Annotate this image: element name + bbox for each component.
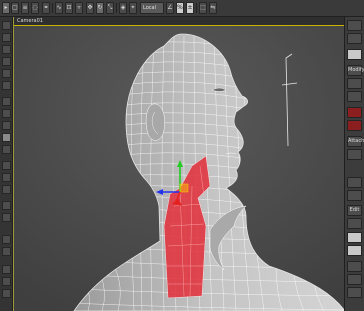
spinner-snap-icon[interactable]: ±: [186, 2, 194, 14]
ear-mesh: [145, 103, 165, 141]
panel-item-active[interactable]: [347, 120, 362, 131]
render-icon[interactable]: [2, 247, 11, 256]
object-color-swatch[interactable]: [347, 49, 362, 60]
select-by-name-icon[interactable]: ≡: [21, 2, 29, 14]
systems-icon[interactable]: [2, 213, 11, 222]
panel-tab-modify[interactable]: [347, 33, 362, 44]
select-region-icon[interactable]: ▢: [11, 2, 19, 14]
hierarchy-icon[interactable]: [2, 45, 11, 54]
named-selection-icon[interactable]: ⬚: [199, 2, 207, 14]
scale-icon[interactable]: ⤡: [106, 2, 114, 14]
element-icon[interactable]: [2, 145, 11, 154]
create-icon[interactable]: [2, 21, 11, 30]
panel-item[interactable]: [347, 78, 362, 89]
helper-icon[interactable]: [2, 185, 11, 194]
percent-snap-icon[interactable]: %: [176, 2, 184, 14]
camera-viewport[interactable]: Camera01: [13, 17, 344, 311]
link-icon[interactable]: ⚭: [42, 2, 50, 14]
polygon-icon[interactable]: [2, 133, 11, 142]
panel-item[interactable]: [347, 190, 362, 201]
bind-icon[interactable]: ∿: [55, 2, 63, 14]
angle-snap-icon[interactable]: ∠: [166, 2, 174, 14]
select-icon[interactable]: ▸: [2, 2, 10, 14]
command-panel: Modify Attach Edit: [344, 17, 364, 311]
edge-icon[interactable]: [2, 109, 11, 118]
orbit-icon[interactable]: [2, 289, 11, 298]
panel-item[interactable]: [347, 274, 362, 285]
app-window: ▸ ▢ ≡ ◌ ⚭ ∿ ⊡ ▿ ✥ ↻ ⤡ ◈ ⌖ Local ∠ % ± ⬚ …: [0, 0, 364, 311]
toolbar-divider: [116, 3, 117, 13]
camera-icon[interactable]: [2, 173, 11, 182]
utilities-icon[interactable]: [2, 81, 11, 90]
rotate-icon[interactable]: ↻: [96, 2, 104, 14]
mirror-icon[interactable]: ⇋: [209, 2, 217, 14]
panel-item[interactable]: [347, 287, 362, 298]
gizmo-plane-handle[interactable]: [179, 183, 189, 193]
left-command-toolbar: [0, 17, 13, 311]
reference-coordinate-select[interactable]: Local: [140, 2, 164, 14]
panel-item-active[interactable]: [347, 107, 362, 118]
modify-icon[interactable]: [2, 33, 11, 42]
move-icon[interactable]: ✥: [86, 2, 94, 14]
lasso-icon[interactable]: ◌: [31, 2, 39, 14]
panel-item[interactable]: [347, 218, 362, 229]
window-crossing-icon[interactable]: ⊡: [65, 2, 73, 14]
panel-button-edit[interactable]: Edit: [347, 205, 362, 216]
zoom-icon[interactable]: [2, 265, 11, 274]
toolbar-divider: [196, 3, 197, 13]
viewport-scene[interactable]: [14, 26, 344, 311]
border-icon[interactable]: [2, 121, 11, 130]
panel-item[interactable]: [347, 177, 362, 188]
panel-field[interactable]: [347, 245, 362, 256]
panel-field[interactable]: [347, 232, 362, 243]
pivot-icon[interactable]: ◈: [119, 2, 127, 14]
panel-item[interactable]: [347, 149, 362, 160]
grid-icon[interactable]: [2, 235, 11, 244]
main-toolbar: ▸ ▢ ≡ ◌ ⚭ ∿ ⊡ ▿ ✥ ↻ ⤡ ◈ ⌖ Local ∠ % ± ⬚ …: [0, 0, 364, 17]
vertex-icon[interactable]: [2, 97, 11, 106]
display-icon[interactable]: [2, 69, 11, 78]
panel-item[interactable]: [347, 91, 362, 102]
motion-icon[interactable]: [2, 57, 11, 66]
pan-icon[interactable]: [2, 277, 11, 286]
panel-item[interactable]: [347, 261, 362, 272]
shape-icon[interactable]: [2, 201, 11, 210]
panel-button-modify[interactable]: Modify: [347, 65, 364, 76]
select-filter-icon[interactable]: ▿: [75, 2, 83, 14]
viewport-label[interactable]: Camera01: [14, 17, 344, 26]
light-icon[interactable]: [2, 161, 11, 170]
panel-tab-create[interactable]: [347, 20, 362, 31]
toolbar-divider: [52, 3, 53, 13]
panel-button-attach[interactable]: Attach: [347, 136, 364, 147]
snap-icon[interactable]: ⌖: [129, 2, 137, 14]
